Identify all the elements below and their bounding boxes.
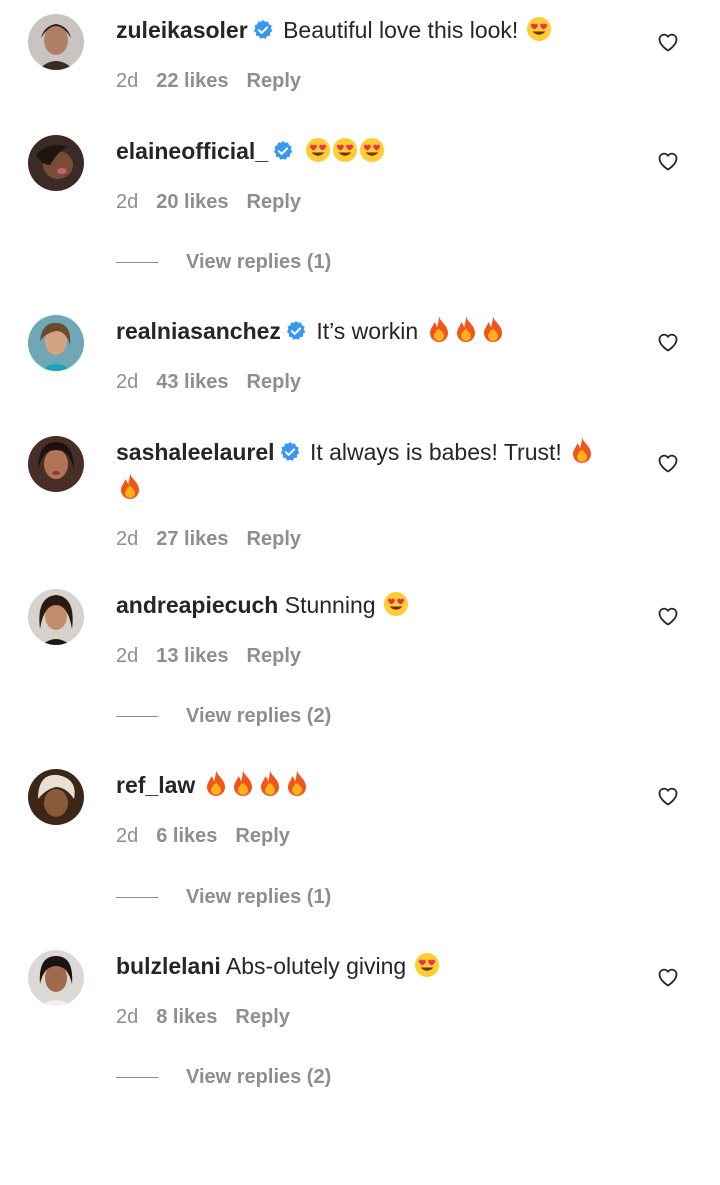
heart-eyes-emoji-icon bbox=[359, 137, 385, 171]
verified-badge-icon bbox=[252, 17, 274, 49]
like-heart-icon[interactable] bbox=[656, 149, 680, 173]
replies-divider bbox=[116, 1077, 158, 1079]
username[interactable]: sashaleelaurel bbox=[116, 439, 275, 465]
reply-button[interactable]: Reply bbox=[235, 825, 289, 847]
avatar[interactable] bbox=[28, 769, 84, 825]
avatar[interactable] bbox=[28, 950, 84, 1006]
username[interactable]: ref_law bbox=[116, 772, 195, 798]
fire-emoji-icon bbox=[480, 315, 506, 351]
fire-emoji-icon bbox=[569, 436, 595, 472]
fire-emoji-icon bbox=[230, 769, 256, 805]
likes-count[interactable]: 22 likes bbox=[156, 70, 228, 92]
fire-emoji-icon bbox=[117, 472, 143, 508]
like-heart-icon[interactable] bbox=[656, 784, 680, 808]
likes-count[interactable]: 13 likes bbox=[156, 645, 228, 667]
heart-eyes-emoji-icon bbox=[332, 137, 358, 171]
heart-eyes-emoji-icon bbox=[305, 137, 331, 171]
likes-count[interactable]: 20 likes bbox=[156, 191, 228, 213]
view-replies-link[interactable]: View replies (2) bbox=[116, 702, 331, 730]
reply-button[interactable]: Reply bbox=[247, 191, 301, 213]
verified-badge-icon bbox=[272, 138, 294, 170]
fire-emoji-icon bbox=[426, 315, 452, 351]
view-replies-link[interactable]: View replies (1) bbox=[116, 883, 331, 911]
username[interactable]: andreapiecuch bbox=[116, 592, 278, 618]
view-replies-label: View replies (1) bbox=[186, 886, 332, 908]
avatar[interactable] bbox=[28, 589, 84, 645]
verified-badge-icon bbox=[285, 318, 307, 350]
fire-emoji-icon bbox=[257, 769, 283, 805]
username[interactable]: zuleikasoler bbox=[116, 17, 248, 43]
username[interactable]: elaineofficial_ bbox=[116, 138, 268, 164]
comment-text: It’s workin bbox=[316, 318, 419, 344]
reply-button[interactable]: Reply bbox=[247, 70, 301, 92]
reply-button[interactable]: Reply bbox=[247, 645, 301, 667]
avatar[interactable] bbox=[28, 14, 84, 70]
like-heart-icon[interactable] bbox=[656, 451, 680, 475]
heart-eyes-emoji-icon bbox=[383, 591, 409, 625]
replies-divider bbox=[116, 716, 158, 718]
comment-time: 2d bbox=[116, 70, 139, 92]
comment-time: 2d bbox=[116, 191, 139, 213]
replies-divider bbox=[116, 262, 158, 264]
comment-time: 2d bbox=[116, 645, 139, 667]
avatar[interactable] bbox=[28, 436, 84, 492]
heart-eyes-emoji-icon bbox=[414, 952, 440, 986]
avatar[interactable] bbox=[28, 135, 84, 191]
likes-count[interactable]: 43 likes bbox=[156, 371, 228, 393]
comment-text: Abs-olutely giving bbox=[225, 953, 407, 979]
likes-count[interactable]: 27 likes bbox=[156, 528, 228, 550]
reply-button[interactable]: Reply bbox=[247, 371, 301, 393]
comment-time: 2d bbox=[116, 371, 139, 393]
fire-emoji-icon bbox=[284, 769, 310, 805]
reply-button[interactable]: Reply bbox=[235, 1006, 289, 1028]
view-replies-link[interactable]: View replies (1) bbox=[116, 248, 331, 276]
like-heart-icon[interactable] bbox=[656, 604, 680, 628]
view-replies-label: View replies (2) bbox=[186, 705, 332, 727]
username[interactable]: bulzlelani bbox=[116, 953, 221, 979]
comment-time: 2d bbox=[116, 1006, 139, 1028]
heart-eyes-emoji-icon bbox=[526, 16, 552, 50]
verified-badge-icon bbox=[279, 439, 301, 471]
likes-count[interactable]: 8 likes bbox=[156, 1006, 217, 1028]
comment-text: It always is babes! Trust! bbox=[309, 439, 562, 465]
comment-text: Stunning bbox=[284, 592, 376, 618]
like-heart-icon[interactable] bbox=[656, 330, 680, 354]
view-replies-label: View replies (2) bbox=[186, 1066, 332, 1088]
fire-emoji-icon bbox=[203, 769, 229, 805]
comment-time: 2d bbox=[116, 825, 139, 847]
replies-divider bbox=[116, 897, 158, 899]
like-heart-icon[interactable] bbox=[656, 965, 680, 989]
like-heart-icon[interactable] bbox=[656, 30, 680, 54]
fire-emoji-icon bbox=[453, 315, 479, 351]
view-replies-link[interactable]: View replies (2) bbox=[116, 1063, 331, 1091]
view-replies-label: View replies (1) bbox=[186, 251, 332, 273]
comment-time: 2d bbox=[116, 528, 139, 550]
username[interactable]: realniasanchez bbox=[116, 318, 281, 344]
likes-count[interactable]: 6 likes bbox=[156, 825, 217, 847]
comment-text: Beautiful love this look! bbox=[283, 17, 519, 43]
reply-button[interactable]: Reply bbox=[247, 528, 301, 550]
avatar[interactable] bbox=[28, 315, 84, 371]
